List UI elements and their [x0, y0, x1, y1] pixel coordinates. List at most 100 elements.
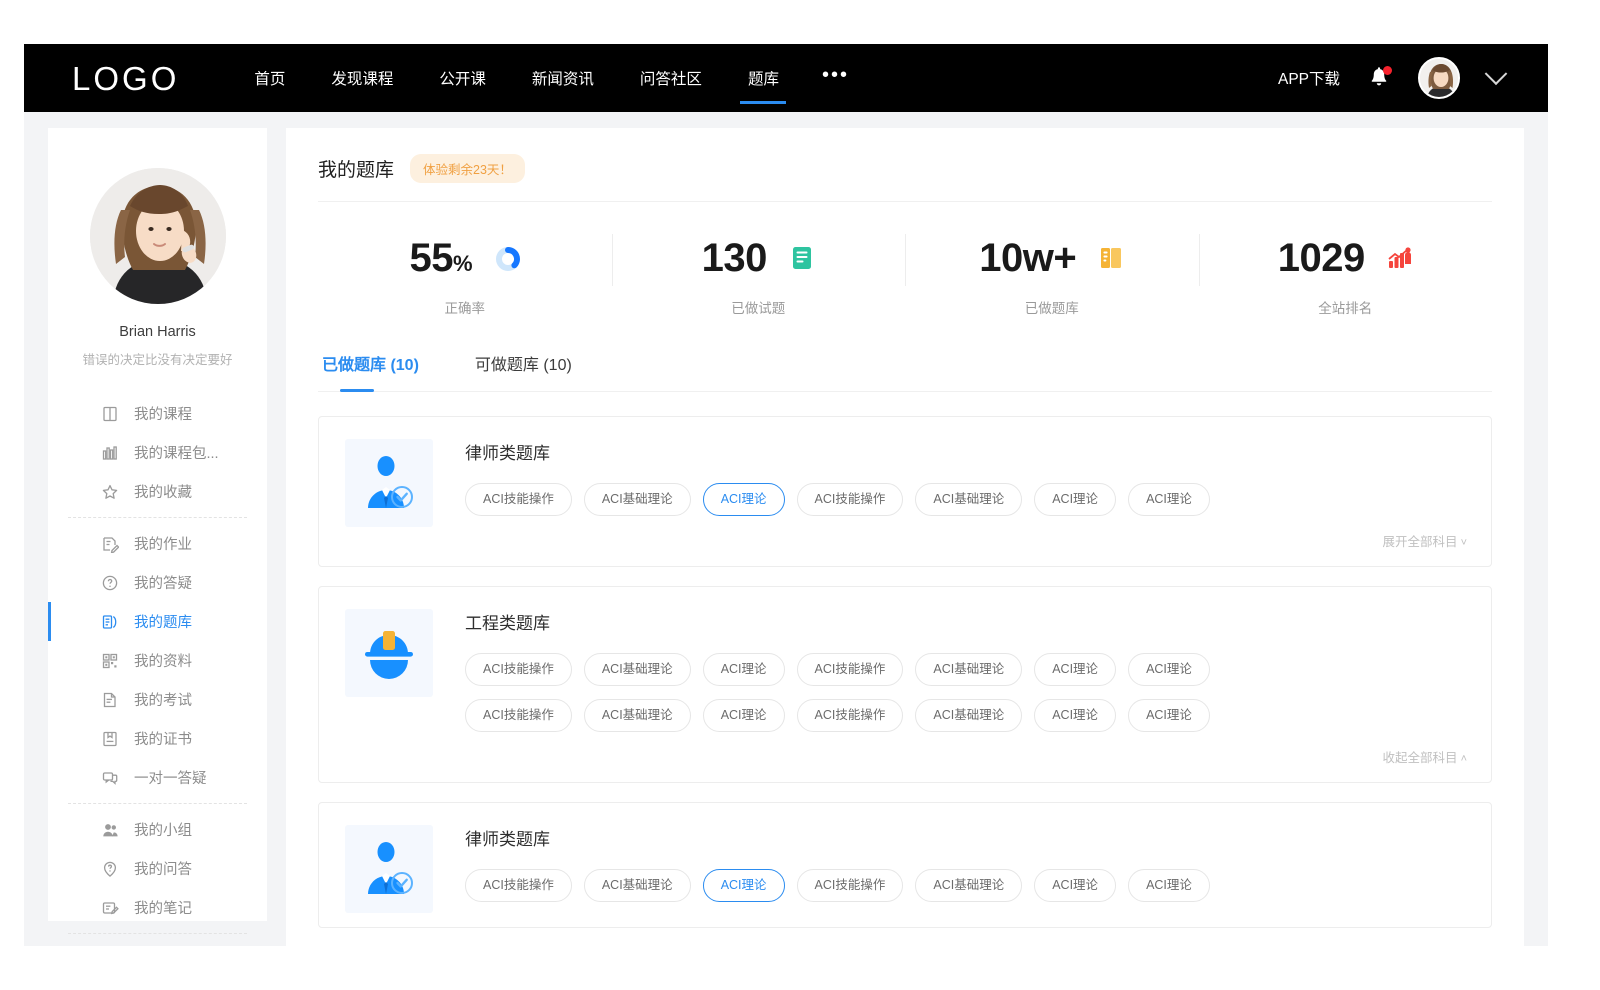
homework-icon: [101, 535, 119, 553]
expand-subjects-link[interactable]: 收起全部科目˄: [465, 745, 1467, 770]
stat-number: 1029: [1278, 236, 1365, 280]
subject-tag[interactable]: ACI理论: [703, 869, 785, 902]
subject-tag[interactable]: ACI理论: [1034, 699, 1116, 732]
page-title: 我的题库: [318, 155, 394, 182]
sidebar-item-exam[interactable]: 我的考试: [48, 680, 267, 719]
tab-1[interactable]: 可做题库 (10): [471, 345, 576, 391]
expand-subjects-label: 展开全部科目: [1383, 535, 1458, 549]
engineer-helmet-icon: [358, 622, 420, 684]
nav-item-2[interactable]: 公开课: [416, 44, 509, 112]
subject-tag[interactable]: ACI理论: [1128, 869, 1210, 902]
expand-subjects-link[interactable]: 展开全部科目˅: [465, 529, 1467, 554]
sidebar-item-qa-pin[interactable]: 我的问答: [48, 849, 267, 888]
sidebar-item-group[interactable]: 我的小组: [48, 810, 267, 849]
nav-item-5[interactable]: 题库: [725, 44, 802, 112]
subject-tag[interactable]: ACI理论: [1034, 483, 1116, 516]
exam-icon: [101, 691, 119, 709]
notification-bell-button[interactable]: [1368, 66, 1390, 90]
subject-tag[interactable]: ACI技能操作: [797, 653, 904, 686]
subject-tag[interactable]: ACI技能操作: [797, 869, 904, 902]
subject-tag[interactable]: ACI技能操作: [797, 699, 904, 732]
sidebar-item-package[interactable]: 我的课程包...: [48, 433, 267, 472]
app-page: LOGO 首页发现课程公开课新闻资讯问答社区题库 ••• APP下载: [24, 44, 1548, 946]
subject-tag[interactable]: ACI理论: [703, 653, 785, 686]
sidebar-item-label: 我的课程: [134, 403, 192, 424]
top-header: LOGO 首页发现课程公开课新闻资讯问答社区题库 ••• APP下载: [24, 44, 1548, 112]
subject-tag[interactable]: ACI基础理论: [915, 483, 1022, 516]
sidebar-item-label: 我的作业: [134, 533, 192, 554]
sidebar-item-qrcode[interactable]: 我的资料: [48, 641, 267, 680]
page-body: Brian Harris 错误的决定比没有决定要好 我的课程我的课程包...我的…: [24, 112, 1548, 946]
sidebar-item-homework[interactable]: 我的作业: [48, 524, 267, 563]
sidebar-item-label: 我的证书: [134, 728, 192, 749]
rank-chart-icon: [1387, 245, 1413, 271]
subject-tag[interactable]: ACI基础理论: [915, 653, 1022, 686]
profile-avatar[interactable]: [90, 168, 226, 304]
sidebar-item-note-edit[interactable]: 我的笔记: [48, 888, 267, 927]
subject-tag[interactable]: ACI技能操作: [465, 483, 572, 516]
tab-0[interactable]: 已做题库 (10): [318, 345, 423, 391]
subject-tag[interactable]: ACI理论: [703, 699, 785, 732]
sidebar-item-question-bank[interactable]: 我的题库: [48, 602, 267, 641]
subject-tag[interactable]: ACI理论: [1128, 483, 1210, 516]
sidebar-item-chat[interactable]: 一对一答疑: [48, 758, 267, 797]
profile-user-motto: 错误的决定比没有决定要好: [48, 349, 267, 368]
nav-item-1[interactable]: 发现课程: [308, 44, 416, 112]
site-logo[interactable]: LOGO: [72, 62, 179, 95]
rank-chart-icon: [1387, 245, 1413, 271]
orange-book-icon: [1098, 245, 1124, 271]
subject-tag[interactable]: ACI基础理论: [584, 869, 691, 902]
exam-icon: [101, 691, 119, 709]
nav-more-icon[interactable]: •••: [802, 65, 869, 85]
card-title: 律师类题库: [465, 825, 1467, 850]
subject-tag[interactable]: ACI技能操作: [465, 653, 572, 686]
sidebar-item-certificate[interactable]: 我的证书: [48, 719, 267, 758]
subject-tag[interactable]: ACI基础理论: [584, 653, 691, 686]
subject-tag[interactable]: ACI技能操作: [797, 483, 904, 516]
sidebar-item-label: 我的答疑: [134, 572, 192, 593]
subject-tag[interactable]: ACI理论: [1034, 653, 1116, 686]
sidebar-item-label: 我的问答: [134, 858, 192, 879]
nav-item-3[interactable]: 新闻资讯: [509, 44, 617, 112]
subject-tag[interactable]: ACI技能操作: [465, 699, 572, 732]
nav-item-4[interactable]: 问答社区: [617, 44, 725, 112]
app-download-link[interactable]: APP下载: [1278, 67, 1340, 89]
sidebar-item-star[interactable]: 我的收藏: [48, 472, 267, 511]
subject-tag[interactable]: ACI理论: [1128, 653, 1210, 686]
subject-tag[interactable]: ACI理论: [703, 483, 785, 516]
sidebar-item-medal[interactable]: 我的积分: [48, 940, 267, 946]
note-edit-icon: [101, 899, 119, 917]
subject-tag[interactable]: ACI理论: [1128, 699, 1210, 732]
question-bank-card[interactable]: 律师类题库ACI技能操作ACI基础理论ACI理论ACI技能操作ACI基础理论AC…: [318, 416, 1492, 567]
subject-tag[interactable]: ACI基础理论: [584, 699, 691, 732]
subject-tag[interactable]: ACI基础理论: [915, 699, 1022, 732]
stat-number: 55: [409, 236, 453, 280]
stat-value-row: 55%: [318, 234, 612, 282]
subject-tag[interactable]: ACI技能操作: [465, 869, 572, 902]
question-bank-card[interactable]: 工程类题库ACI技能操作ACI基础理论ACI理论ACI技能操作ACI基础理论AC…: [318, 586, 1492, 783]
subject-tag[interactable]: ACI理论: [1034, 869, 1116, 902]
lawyer-icon: [358, 452, 420, 514]
tag-row: ACI技能操作 ACI基础理论 ACI理论 ACI技能操作 ACI基础理论 ACI理论 AC…: [465, 699, 1467, 732]
sidebar-item-label: 我的考试: [134, 689, 192, 710]
notification-dot: [1383, 66, 1392, 75]
sidebar-item-book[interactable]: 我的课程: [48, 394, 267, 433]
sidebar-menu: 我的课程我的课程包... 我的收藏我的作业我的答疑我的题库我的资料我的考试我的证书…: [48, 394, 267, 946]
sidebar-item-label: 我的课程包...: [134, 442, 219, 463]
note-edit-icon: [101, 899, 119, 917]
certificate-icon: [101, 730, 119, 748]
stat-label: 正确率: [318, 297, 612, 317]
lawyer-icon: [345, 439, 433, 527]
stat-3: 1029全站排名: [1199, 224, 1493, 321]
subject-tag[interactable]: ACI基础理论: [584, 483, 691, 516]
stat-label: 已做题库: [905, 297, 1199, 317]
stats-row: 55%正确率130已做试题10w+已做题库1029全站排名: [318, 202, 1492, 331]
avatar[interactable]: [1418, 57, 1460, 99]
subject-tag[interactable]: ACI基础理论: [915, 869, 1022, 902]
orange-book-icon: [1098, 245, 1124, 271]
nav-item-0[interactable]: 首页: [231, 44, 308, 112]
header-right: APP下载: [1278, 57, 1504, 99]
question-bank-card[interactable]: 律师类题库 ACI技能操作 ACI基础理论 ACI理论 ACI技能操作 ACI基础理论 AC…: [318, 802, 1492, 928]
chevron-down-icon[interactable]: [1485, 62, 1508, 85]
sidebar-item-question-circle[interactable]: 我的答疑: [48, 563, 267, 602]
